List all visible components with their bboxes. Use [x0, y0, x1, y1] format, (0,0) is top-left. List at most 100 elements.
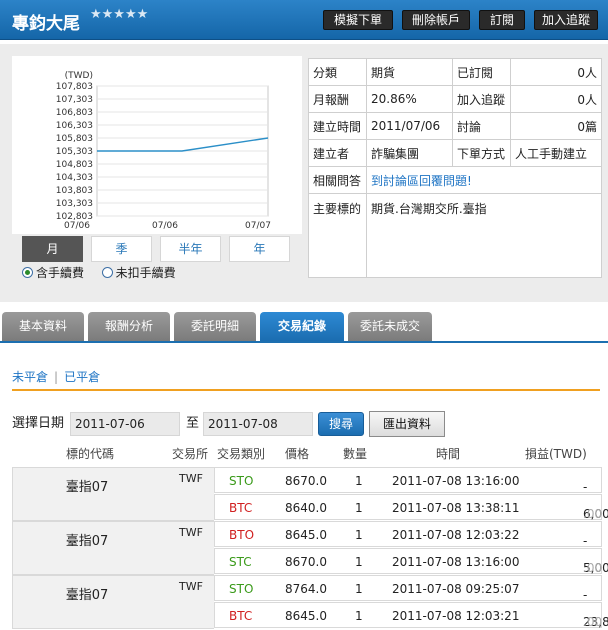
quantity-cell: 1	[355, 582, 363, 596]
radio-exclude-fee[interactable]	[101, 267, 113, 278]
trade-type-cell: STC	[229, 555, 252, 569]
add-follow-button[interactable]: 加入追蹤	[534, 10, 598, 30]
profit-loss-value: -	[583, 534, 588, 548]
tab-trade-records[interactable]: 交易紀錄	[260, 312, 344, 341]
underlying-value: 期貨.台灣期交所.臺指	[366, 193, 602, 278]
profit-loss-value: -	[583, 480, 588, 494]
col-header-profit-loss: 損益(TWD)	[525, 447, 587, 461]
radio-include-fee[interactable]	[22, 267, 33, 278]
exclude-fee-label: 未扣手續費	[115, 266, 176, 280]
date-from-input[interactable]: 2011-07-06	[70, 412, 180, 436]
monthly-return-value: 20.86%	[366, 85, 453, 113]
strategy-info-table: 分類 期貨 已訂閱 0人 月報酬 20.86% 加入追蹤 0人 建立時間 201…	[308, 58, 602, 278]
simulate-order-button[interactable]: 模擬下單	[323, 10, 393, 30]
search-button[interactable]: 搜尋	[318, 412, 364, 436]
exchange-cell: TWF	[179, 472, 203, 485]
time-cell: 2011-07-08 12:03:21	[392, 609, 520, 623]
subscribed-value: 0人	[510, 58, 602, 86]
table-row: BTC8645.012011-07-08 12:03:2123,800.00	[214, 602, 608, 629]
strategy-title: 專鈞大尾	[12, 14, 80, 34]
date-filter-label: 選擇日期	[12, 416, 65, 431]
symbol-cell: 臺指07	[65, 588, 109, 603]
trade-group-info: 臺指07 TWF	[12, 521, 214, 575]
y-tick-label: 105,803	[56, 134, 93, 144]
trade-group-info: 臺指07 TWF	[12, 575, 214, 629]
price-cell: 8645.0	[285, 528, 327, 542]
tab-order-details[interactable]: 委託明細	[174, 312, 256, 341]
export-button[interactable]: 匯出資料	[369, 411, 445, 437]
order-method-label: 下單方式	[452, 139, 511, 167]
symbol-cell: 臺指07	[65, 534, 109, 549]
exchange-cell: TWF	[179, 580, 203, 593]
discussion-value: 0篇	[510, 112, 602, 140]
table-row: STO 8670.0 1 2011-07-08 13:16:00 -	[214, 467, 602, 494]
y-tick-label: 106,803	[56, 108, 93, 118]
rating-stars: ★★★★★	[90, 7, 149, 22]
qa-link[interactable]: 到討論區回覆問題!	[371, 174, 472, 188]
creator-label: 建立者	[308, 139, 367, 167]
col-header-time: 時間	[436, 447, 461, 461]
quantity-cell: 1	[355, 528, 363, 542]
date-to-input[interactable]: 2011-07-08	[203, 412, 313, 436]
trade-type-cell: STO	[229, 582, 254, 596]
chart-container: 107,803 107,303 106,803 106,303 105,803 105,3…	[12, 56, 302, 234]
page-header: 專鈞大尾 ★★★★★ 模擬下單 刪除帳戶 訂閱 加入追蹤	[0, 0, 608, 40]
created-time-value: 2011/07/06	[366, 112, 453, 140]
price-cell: 8670.0	[285, 555, 327, 569]
divider	[12, 389, 600, 391]
category-value: 期貨	[366, 58, 453, 86]
closed-positions-link[interactable]: 已平倉	[64, 370, 100, 384]
monthly-return-label: 月報酬	[308, 85, 367, 113]
subscribed-label: 已訂閱	[452, 58, 511, 86]
x-tick-label: 07/06	[152, 221, 178, 231]
profit-loss-decimal: .00	[583, 561, 603, 575]
trade-group-info: 臺指07 TWF	[12, 467, 214, 521]
x-tick-label: 07/07	[245, 221, 271, 231]
y-tick-label: 105,303	[56, 147, 93, 157]
followers-label: 加入追蹤	[452, 85, 511, 113]
period-tab-year[interactable]: 年	[229, 236, 290, 262]
y-tick-label: 107,303	[56, 95, 93, 105]
tab-pending-orders[interactable]: 委託未成交	[348, 312, 432, 341]
profit-loss-value: -	[583, 588, 588, 602]
delete-account-button[interactable]: 刪除帳戶	[402, 10, 470, 30]
y-tick-label: 104,803	[56, 160, 93, 170]
quantity-cell: 1	[355, 555, 363, 569]
profit-loss-decimal: .00	[583, 615, 603, 629]
price-cell: 8670.0	[285, 474, 327, 488]
y-axis-label: (TWD)	[65, 71, 93, 81]
tab-basic-info[interactable]: 基本資料	[2, 312, 84, 341]
tab-return-analysis[interactable]: 報酬分析	[88, 312, 170, 341]
trade-group: 臺指07 TWF STO 8670.0 1 2011-07-08 13:16:00 - BTC…	[12, 467, 608, 521]
open-positions-link[interactable]: 未平倉	[12, 370, 48, 384]
trade-group: 臺指07 TWF BTO 8645.0 1 2011-07-08 12:03:22 - STC…	[12, 521, 608, 575]
col-header-price: 價格	[285, 447, 310, 461]
time-cell: 2011-07-08 09:25:07	[392, 582, 520, 596]
table-row: BTO 8645.0 1 2011-07-08 12:03:22 -	[214, 521, 602, 548]
position-filter: 未平倉 | 已平倉	[12, 370, 101, 384]
symbol-cell: 臺指07	[65, 480, 109, 495]
followers-value: 0人	[510, 85, 602, 113]
subscribe-button[interactable]: 訂閱	[479, 10, 525, 30]
trade-type-cell: BTO	[229, 528, 255, 542]
price-cell: 8640.0	[285, 501, 327, 515]
discussion-label: 討論	[452, 112, 511, 140]
table-row: BTC8640.012011-07-08 13:38:116,000.00	[214, 494, 608, 521]
trade-type-cell: STO	[229, 474, 254, 488]
time-cell: 2011-07-08 13:16:00	[392, 474, 520, 488]
col-header-exchange: 交易所	[172, 447, 209, 461]
trade-group: 臺指07 TWF STO 8764.0 1 2011-07-08 09:25:07 - BTC…	[12, 575, 608, 629]
x-tick-label: 07/06	[64, 221, 90, 231]
y-tick-label: 103,803	[56, 186, 93, 196]
exchange-cell: TWF	[179, 526, 203, 539]
period-tab-month[interactable]: 月	[22, 236, 83, 262]
y-tick-label: 107,803	[56, 82, 93, 92]
price-cell: 8645.0	[285, 609, 327, 623]
time-cell: 2011-07-08 12:03:22	[392, 528, 520, 542]
period-tab-halfyear[interactable]: 半年	[160, 236, 221, 262]
quantity-cell: 1	[355, 501, 363, 515]
creator-value: 詐騙集團	[366, 139, 453, 167]
period-tab-quarter[interactable]: 季	[91, 236, 152, 262]
y-tick-label: 104,303	[56, 173, 93, 183]
y-tick-label: 103,303	[56, 199, 93, 209]
